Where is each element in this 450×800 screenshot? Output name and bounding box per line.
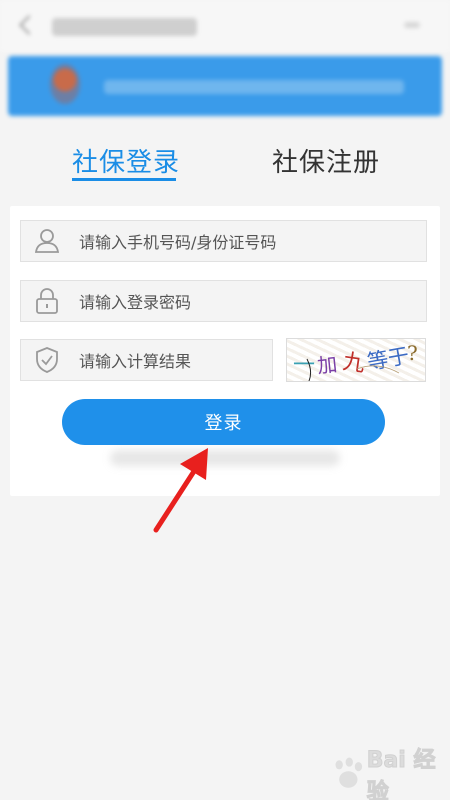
tab-social-security-login[interactable]: 社保登录 [72,142,180,179]
captcha-noise [306,358,400,381]
blurred-title [52,18,197,36]
header-banner [8,56,442,116]
shield-check-icon [33,346,61,374]
baidu-watermark: Bai 经验 [330,742,450,800]
emblem-icon [50,64,80,104]
password-field[interactable]: 请输入登录密码 [20,280,427,322]
login-page: 社保登录 社保注册 请输入手机号码/身份证号码 请输入登录密码 请输入计算结果 … [0,0,450,800]
password-placeholder: 请输入登录密码 [79,293,192,312]
watermark-text: Bai 经验 [366,748,436,800]
red-arrow-annotation [153,448,208,533]
more-icon[interactable] [404,22,420,28]
paw-icon [335,757,363,788]
back-icon[interactable] [19,15,39,35]
active-tab-indicator [72,178,176,181]
top-bar [0,0,450,52]
phone-id-field[interactable]: 请输入手机号码/身份证号码 [20,220,427,262]
tab-social-security-register[interactable]: 社保注册 [272,142,380,179]
user-icon [33,227,61,255]
captcha-answer-field[interactable]: 请输入计算结果 [20,339,273,381]
blurred-banner-text [104,80,404,94]
captcha-placeholder: 请输入计算结果 [79,352,192,371]
login-tabs: 社保登录 社保注册 [0,132,450,192]
lock-icon [33,287,61,315]
login-button[interactable]: 登录 [62,399,385,445]
captcha-image[interactable]: 一 加 九 等于 ? [286,338,426,382]
phone-id-placeholder: 请输入手机号码/身份证号码 [79,233,277,252]
